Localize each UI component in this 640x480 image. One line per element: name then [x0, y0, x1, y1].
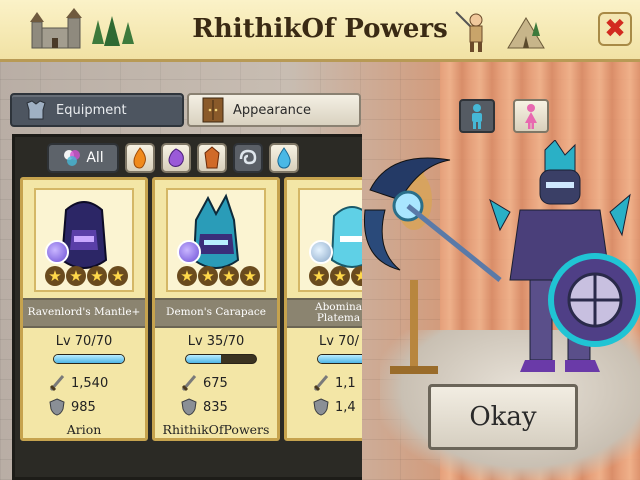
attack-stat: 1,540: [49, 374, 149, 392]
sword-icon: [49, 375, 65, 392]
wardrobe-icon: [201, 97, 225, 123]
filter-all-button[interactable]: All: [47, 143, 119, 173]
item-card[interactable]: ★ ★ ★ ★ Demon's Carapace Lv 35/70 675 83…: [152, 177, 280, 441]
item-card-list: ★ ★ ★ ★ Ravenlord's Mantle+ Lv 70/70 1,5…: [15, 177, 362, 477]
filter-shadow-button[interactable]: [161, 143, 191, 173]
item-level: Lv 35/70: [187, 334, 245, 349]
element-filter-bar: All: [47, 141, 337, 175]
level-progress-fill: [186, 355, 221, 363]
tab-appearance-label: Appearance: [233, 102, 312, 118]
filter-air-button[interactable]: [233, 143, 263, 173]
close-button[interactable]: ✖: [598, 12, 632, 46]
tab-appearance[interactable]: Appearance: [187, 93, 361, 127]
tab-equipment-label: Equipment: [56, 102, 127, 118]
shadow-element-icon: [45, 240, 69, 264]
water-element-icon: [277, 147, 291, 169]
star-rating: ★ ★ ★ ★: [177, 266, 260, 286]
air-element-icon: [239, 149, 257, 165]
shadow-element-icon: [177, 240, 201, 264]
earth-element-icon: [204, 146, 220, 169]
level-progress-bar: [53, 354, 125, 364]
level-progress-fill: [318, 355, 362, 363]
attack-stat: 675: [181, 374, 281, 392]
filter-all-label: All: [86, 150, 104, 166]
star-icon: ★: [219, 266, 239, 286]
shield-icon: [49, 398, 65, 416]
star-icon: ★: [108, 266, 128, 286]
star-icon: ★: [66, 266, 86, 286]
attack-stat: 1,1: [313, 374, 362, 392]
attack-value: 1,540: [71, 375, 109, 391]
attack-value: 1,1: [335, 375, 356, 391]
attack-value: 675: [203, 375, 228, 391]
owner-name: RhithikOfPowers: [162, 422, 270, 437]
star-icon: ★: [87, 266, 107, 286]
star-icon: ★: [45, 266, 65, 286]
defense-stat: 985: [49, 398, 149, 416]
item-level: Lv 70/: [319, 334, 359, 349]
defense-value: 985: [71, 399, 96, 415]
star-icon: ★: [240, 266, 260, 286]
sword-icon: [313, 375, 329, 392]
defense-value: 835: [203, 399, 228, 415]
item-name: Demon's Carapace: [155, 298, 277, 328]
star-icon: ★: [351, 266, 362, 286]
filter-earth-button[interactable]: [197, 143, 227, 173]
defense-value: 1,4: [335, 399, 356, 415]
male-appearance-button[interactable]: [459, 99, 495, 133]
defense-stat: 835: [181, 398, 281, 416]
filter-fire-button[interactable]: [125, 143, 155, 173]
tent-icon: [507, 17, 545, 49]
okay-button[interactable]: Okay: [428, 384, 578, 450]
item-card[interactable]: ★ ★ ★ ★ Ravenlord's Mantle+ Lv 70/70 1,5…: [20, 177, 148, 441]
filter-water-button[interactable]: [269, 143, 299, 173]
shield-icon: [181, 398, 197, 416]
fire-element-icon: [133, 147, 146, 169]
air-element-icon: [309, 240, 333, 264]
item-level: Lv 70/70: [55, 334, 113, 349]
close-icon: ✖: [604, 14, 626, 44]
star-icon: ★: [309, 266, 329, 286]
owner-name: Arion: [66, 422, 102, 437]
female-appearance-button[interactable]: [513, 99, 549, 133]
inventory-panel: All ★ ★ ★ ★ Ravenlord's Mantle+ Lv 70/70…: [12, 134, 362, 480]
shield-icon: [313, 398, 329, 416]
item-name: Abomina Platema: [287, 298, 362, 328]
level-progress-bar: [185, 354, 257, 364]
male-icon: [472, 104, 482, 129]
female-icon: [525, 104, 537, 129]
star-icon: ★: [330, 266, 350, 286]
shadow-element-icon: [168, 148, 184, 167]
defense-stat: 1,4: [313, 398, 362, 416]
tab-equipment[interactable]: Equipment: [10, 93, 184, 127]
star-rating: ★ ★ ★: [309, 266, 362, 286]
armored-knight: [489, 140, 640, 372]
level-progress-bar: [317, 354, 362, 364]
item-name: Ravenlord's Mantle+: [23, 298, 145, 328]
level-progress-fill: [54, 355, 124, 363]
all-elements-icon: [64, 150, 81, 166]
star-icon: ★: [177, 266, 197, 286]
item-card[interactable]: ★ ★ ★ Abomina Platema Lv 70/ 1,1 1,4: [284, 177, 362, 441]
sword-icon: [181, 375, 197, 392]
staff-weapon: [363, 157, 502, 282]
star-rating: ★ ★ ★ ★: [45, 266, 128, 286]
armor-icon: [24, 98, 48, 122]
star-icon: ★: [198, 266, 218, 286]
header-bar: RhithikOf Powers ✖: [0, 0, 640, 62]
hero-figure-icon: [455, 11, 483, 52]
character-preview: [363, 140, 640, 374]
